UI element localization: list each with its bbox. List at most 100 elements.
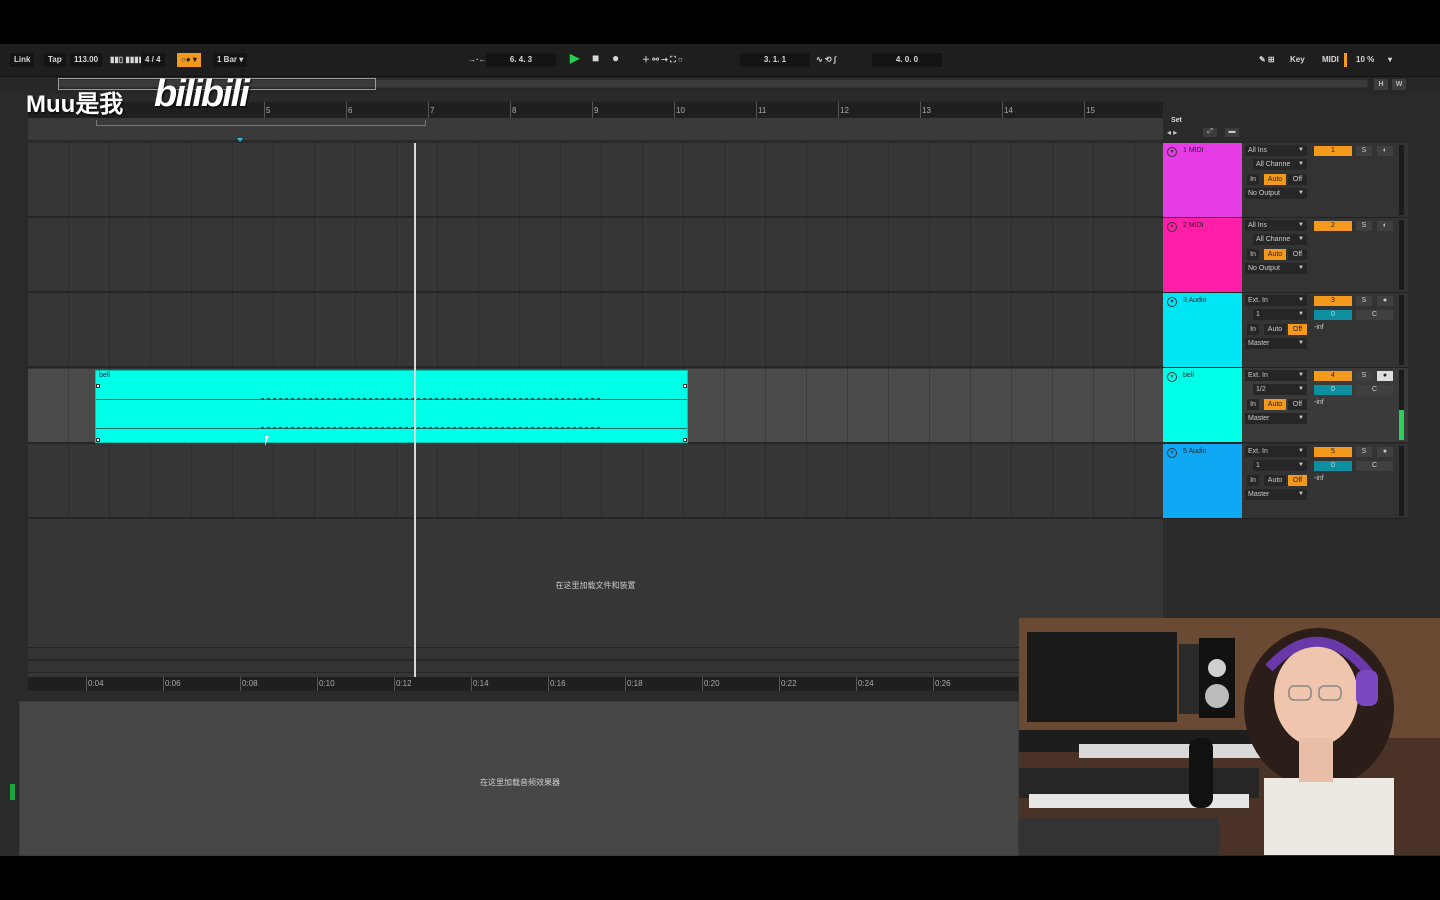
output-select[interactable]: Master ▼: [1245, 338, 1307, 349]
track-lane-3-audio[interactable]: [28, 293, 1163, 368]
arm-icon[interactable]: ●: [1377, 371, 1393, 381]
input-type-select[interactable]: All Ins ▼: [1245, 220, 1307, 231]
input-channel-select[interactable]: All Channe ▼: [1253, 234, 1307, 245]
fold-icon[interactable]: ▾: [1167, 147, 1177, 157]
overview-w-button[interactable]: W: [1392, 79, 1406, 90]
input-type-select[interactable]: Ext. In ▼: [1245, 370, 1307, 381]
fold-icon[interactable]: ▾: [1167, 448, 1177, 458]
clip-fade-out-handle[interactable]: [683, 438, 687, 442]
arm-icon[interactable]: ●: [1377, 296, 1393, 306]
monitor-auto-button[interactable]: Auto: [1264, 249, 1286, 260]
loop-length-field[interactable]: 4. 0. 0: [872, 53, 942, 67]
clip-start-handle[interactable]: [96, 384, 100, 388]
record-icon[interactable]: ●: [608, 51, 623, 65]
pan-field[interactable]: C: [1356, 461, 1393, 471]
track-3-audio[interactable]: ▾ 3 Audio Ext. In ▼ 1 ▼ In Auto Off Master…: [1163, 293, 1408, 368]
track-bell[interactable]: ▾ bell Ext. In ▼ 1/2 ▼ In Auto Off Master ▼…: [1163, 368, 1408, 443]
play-icon[interactable]: ▶: [566, 51, 583, 65]
output-select[interactable]: Master ▼: [1245, 413, 1307, 424]
midi-map-button[interactable]: MIDI: [1318, 53, 1343, 67]
monitor-auto-button[interactable]: Auto: [1264, 475, 1286, 486]
overview-h-button[interactable]: H: [1374, 79, 1388, 90]
clip-end-handle[interactable]: [683, 384, 687, 388]
track-activator[interactable]: 3: [1314, 296, 1352, 306]
monitor-in-button[interactable]: In: [1247, 399, 1259, 410]
quantize-select[interactable]: 1 Bar ▾: [213, 53, 248, 67]
loop-brace[interactable]: [96, 120, 426, 126]
input-channel-select[interactable]: 1 ▼: [1253, 309, 1307, 320]
metronome-toggle-icon[interactable]: ○● ▾: [177, 53, 201, 67]
monitor-off-button[interactable]: Off: [1288, 399, 1307, 410]
input-channel-select[interactable]: 1/2 ▼: [1253, 384, 1307, 395]
clip-fade-in-handle[interactable]: [96, 438, 100, 442]
overdub-icon[interactable]: ＋ ⚯ ⇢ ⛶ ○: [638, 53, 687, 67]
monitor-off-button[interactable]: Off: [1288, 475, 1307, 486]
input-type-select[interactable]: Ext. In ▼: [1245, 295, 1307, 306]
volume-field[interactable]: 0: [1314, 310, 1352, 320]
input-channel-select[interactable]: 1 ▼: [1253, 460, 1307, 471]
track-activator[interactable]: 4: [1314, 371, 1352, 381]
track-title-bar[interactable]: ▾ 3 Audio: [1163, 293, 1242, 367]
output-select[interactable]: No Output ▼: [1245, 188, 1307, 199]
monitor-auto-button[interactable]: Auto: [1264, 174, 1286, 185]
song-position-field[interactable]: 6. 4. 3: [486, 53, 556, 67]
fold-icon[interactable]: ▾: [1167, 222, 1177, 232]
track-1-midi[interactable]: ▾ 1 MIDI All Ins ▼ All Channe ▼ In Auto Of…: [1163, 143, 1408, 218]
input-channel-select[interactable]: All Channe ▼: [1253, 159, 1307, 170]
drop-zone[interactable]: 在这里加载文件和装置: [28, 520, 1163, 647]
time-ruler[interactable]: 0:04 0:06 0:08 0:10 0:12 0:14 0:16 0:18 …: [28, 677, 1018, 691]
locator-marker-icon[interactable]: [237, 138, 243, 142]
solo-button[interactable]: S: [1356, 221, 1372, 231]
track-title-bar[interactable]: ▾ 1 MIDI: [1163, 143, 1242, 217]
lock-icon[interactable]: ▬: [1225, 128, 1239, 137]
pan-field[interactable]: C: [1356, 385, 1393, 395]
monitor-in-button[interactable]: In: [1247, 249, 1259, 260]
cpu-dropdown-icon[interactable]: ▾: [1384, 53, 1396, 67]
monitor-in-button[interactable]: In: [1247, 475, 1259, 486]
master-lane[interactable]: [28, 647, 1163, 660]
solo-button[interactable]: S: [1356, 296, 1372, 306]
track-lane-1-midi[interactable]: [28, 143, 1163, 218]
expand-icon[interactable]: ⤢: [1203, 128, 1217, 137]
track-title-bar[interactable]: ▾ 2 MIDI: [1163, 218, 1242, 292]
nav-arrows-icon[interactable]: ◂ ▸: [1167, 128, 1177, 137]
audio-clip-bell[interactable]: bell: [95, 370, 688, 443]
output-select[interactable]: Master ▼: [1245, 489, 1307, 500]
arm-icon[interactable]: ●: [1377, 447, 1393, 457]
monitor-off-button[interactable]: Off: [1288, 249, 1307, 260]
volume-field[interactable]: 0: [1314, 385, 1352, 395]
track-lane-5-audio[interactable]: [28, 444, 1163, 519]
device-view[interactable]: 在这里加载音频效果器: [19, 701, 1019, 856]
track-activator[interactable]: 5: [1314, 447, 1352, 457]
monitor-auto-button[interactable]: Auto: [1264, 399, 1286, 410]
track-lane-2-midi[interactable]: [28, 218, 1163, 293]
draw-mode-icon[interactable]: ✎ ⊞: [1255, 53, 1279, 67]
track-activator[interactable]: 1: [1314, 146, 1352, 156]
key-map-button[interactable]: Key: [1286, 53, 1309, 67]
input-type-select[interactable]: Ext. In ▼: [1245, 446, 1307, 457]
tap-button[interactable]: Tap: [44, 53, 66, 67]
volume-field[interactable]: 0: [1314, 461, 1352, 471]
solo-button[interactable]: S: [1356, 371, 1372, 381]
return-lane[interactable]: [28, 660, 1163, 673]
solo-button[interactable]: S: [1356, 146, 1372, 156]
monitor-off-button[interactable]: Off: [1288, 324, 1307, 335]
output-select[interactable]: No Output ▼: [1245, 263, 1307, 274]
monitor-off-button[interactable]: Off: [1288, 174, 1307, 185]
solo-button[interactable]: S: [1356, 447, 1372, 457]
fold-icon[interactable]: ▾: [1167, 297, 1177, 307]
pan-field[interactable]: C: [1356, 310, 1393, 320]
arrangement-view[interactable]: 在这里加载文件和装置 bell: [28, 143, 1163, 677]
link-button[interactable]: Link: [10, 53, 35, 67]
monitor-auto-button[interactable]: Auto: [1264, 324, 1286, 335]
fold-icon[interactable]: ▾: [1167, 372, 1177, 382]
track-activator[interactable]: 2: [1314, 221, 1352, 231]
playhead[interactable]: [414, 143, 416, 677]
arm-icon[interactable]: ◐: [1377, 221, 1393, 231]
monitor-in-button[interactable]: In: [1247, 174, 1259, 185]
loop-toggle-icon[interactable]: ∿ ⟲ ∫: [812, 53, 840, 67]
track-title-bar[interactable]: ▾ 5 Audio: [1163, 444, 1242, 518]
loop-start-field[interactable]: 3. 1. 1: [740, 53, 810, 67]
monitor-in-button[interactable]: In: [1247, 324, 1259, 335]
track-5-audio[interactable]: ▾ 5 Audio Ext. In ▼ 1 ▼ In Auto Off Master…: [1163, 444, 1408, 519]
